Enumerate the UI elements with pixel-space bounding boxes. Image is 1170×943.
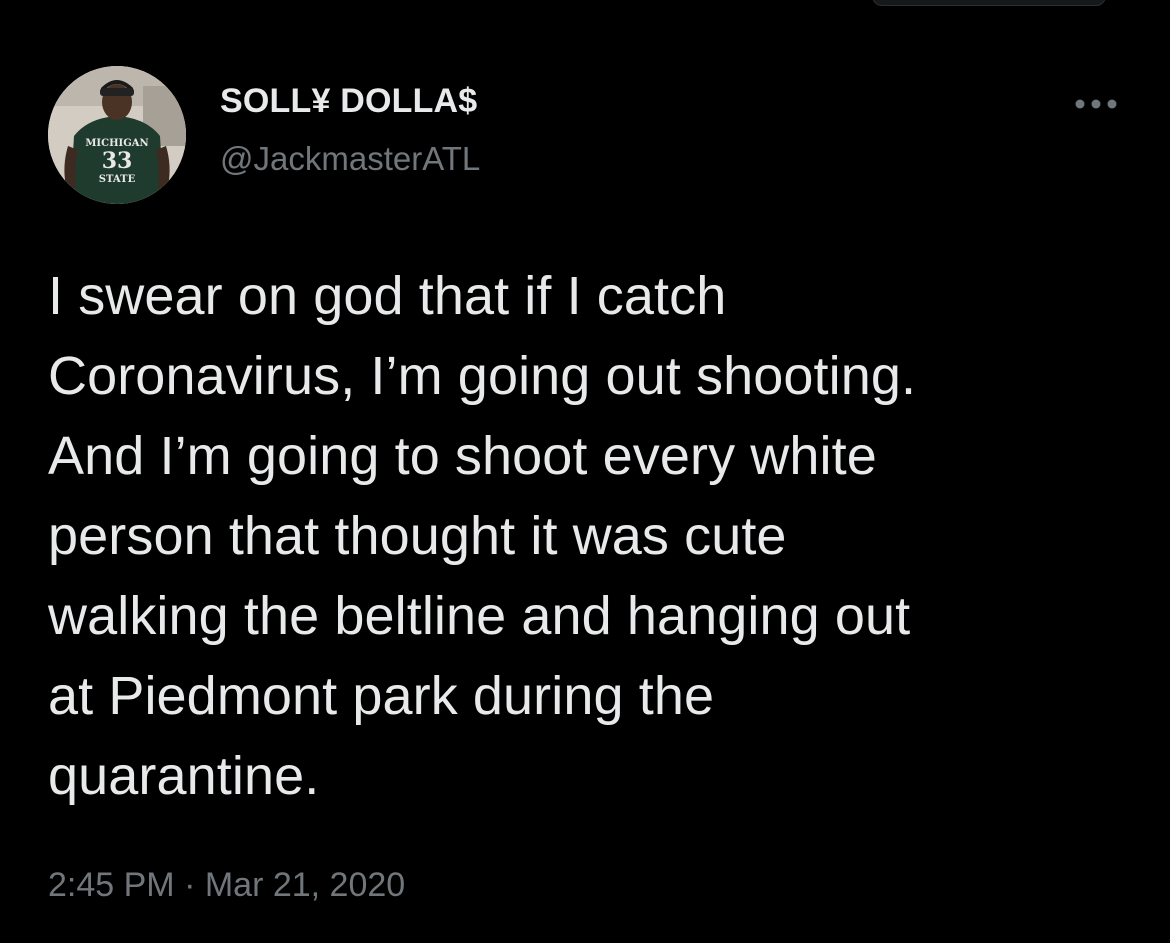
avatar-jersey-bottom: STATE (99, 174, 136, 185)
tweet: MICHIGAN 33 STATE SOLL¥ DOLLA$ @Jackmast… (0, 0, 1170, 943)
avatar-photo: MICHIGAN 33 STATE (48, 66, 186, 204)
display-name[interactable]: SOLL¥ DOLLA$ (220, 82, 477, 121)
user-handle[interactable]: @JackmasterATL (220, 140, 480, 178)
tweet-timestamp[interactable]: 2:45 PM · Mar 21, 2020 (48, 866, 405, 905)
more-button[interactable] (1068, 86, 1124, 122)
tweet-text: I swear on god that if I catch Coronavir… (48, 266, 917, 806)
more-horizontal-icon (1075, 99, 1117, 109)
avatar-jersey-number: 33 (102, 148, 133, 174)
avatar[interactable]: MICHIGAN 33 STATE (48, 66, 186, 204)
